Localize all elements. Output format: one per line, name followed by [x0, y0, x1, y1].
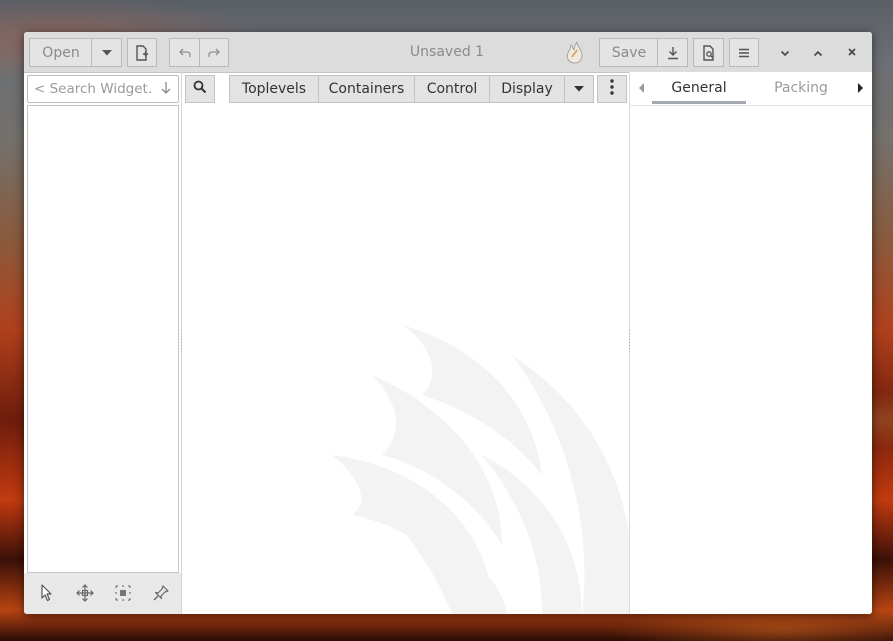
undo-button[interactable] — [169, 38, 200, 67]
save-as-icon — [667, 46, 679, 60]
open-button[interactable]: Open — [29, 38, 93, 67]
widget-search-box — [27, 75, 179, 103]
maximize-icon — [813, 45, 823, 61]
drag-resize-mode-button[interactable] — [75, 584, 95, 606]
redo-icon — [208, 48, 220, 58]
app-logo-icon — [564, 41, 588, 65]
edit-mode-toolbar — [24, 573, 181, 614]
open-dropdown-icon — [101, 49, 113, 57]
save-button-label: Save — [611, 44, 647, 61]
palette-tab-label: Display — [501, 81, 553, 97]
widget-search-input[interactable] — [34, 78, 152, 100]
search-icon — [193, 80, 207, 98]
inspector-tab-general[interactable]: General — [652, 72, 746, 105]
header-bar: Open Unsaved 1 Save — [24, 32, 872, 73]
save-as-button[interactable] — [657, 38, 688, 67]
undo-icon — [178, 48, 191, 58]
palette-options-button[interactable] — [597, 75, 627, 103]
design-canvas[interactable] — [182, 105, 630, 614]
save-button[interactable]: Save — [599, 38, 659, 67]
window-title: Unsaved 1 — [409, 44, 485, 60]
drag-resize-icon — [76, 584, 94, 606]
new-button[interactable] — [127, 38, 157, 67]
palette-tab-containers[interactable]: Containers — [318, 75, 415, 103]
minimize-icon — [780, 45, 790, 61]
inspector-tab-packing[interactable]: Packing — [756, 72, 846, 105]
align-icon — [152, 584, 170, 606]
palette-search-button[interactable] — [185, 75, 215, 103]
widget-palette: Toplevels Containers Control Display — [229, 75, 594, 103]
pointer-icon — [40, 584, 54, 606]
palette-tab-toplevels[interactable]: Toplevels — [229, 75, 319, 103]
search-next-icon[interactable] — [160, 81, 172, 99]
new-document-icon — [135, 44, 149, 61]
open-button-label: Open — [42, 44, 80, 61]
margin-edit-mode-button[interactable] — [113, 585, 133, 605]
main-menu-button[interactable] — [729, 38, 759, 67]
palette-tab-label: Toplevels — [241, 81, 307, 97]
palette-tab-display[interactable]: Display — [489, 75, 565, 103]
alignment-edit-mode-button[interactable] — [151, 585, 171, 605]
inspector-panel — [630, 106, 872, 614]
selection-mode-button[interactable] — [37, 584, 57, 606]
more-options-icon — [610, 79, 614, 99]
minimize-button[interactable] — [771, 38, 799, 67]
inspector-tabs: General Packing — [630, 72, 872, 106]
close-icon — [847, 45, 857, 61]
tabs-scroll-right-icon[interactable] — [857, 82, 864, 98]
maximize-button[interactable] — [804, 38, 832, 67]
close-button[interactable] — [838, 38, 866, 67]
inspector-tab-label: General — [671, 80, 727, 96]
inspector-tab-label: Packing — [774, 80, 828, 96]
preview-button[interactable] — [693, 38, 724, 67]
redo-button[interactable] — [199, 38, 229, 67]
glade-window: Open Unsaved 1 Save < Search Widget… Top… — [24, 32, 872, 614]
palette-more-tabs-button[interactable] — [564, 75, 594, 103]
palette-tab-label: Control — [426, 81, 478, 97]
palette-tab-label: Containers — [328, 81, 405, 97]
glade-logo-watermark-icon — [332, 315, 630, 614]
open-recent-button[interactable] — [91, 38, 122, 67]
palette-tab-control[interactable]: Control — [414, 75, 490, 103]
margin-icon — [114, 584, 132, 606]
menu-icon — [738, 48, 750, 58]
tabs-scroll-left-icon[interactable] — [638, 82, 645, 98]
chevron-down-icon — [573, 81, 585, 97]
preview-icon — [702, 44, 716, 61]
widget-tree[interactable] — [27, 105, 179, 573]
